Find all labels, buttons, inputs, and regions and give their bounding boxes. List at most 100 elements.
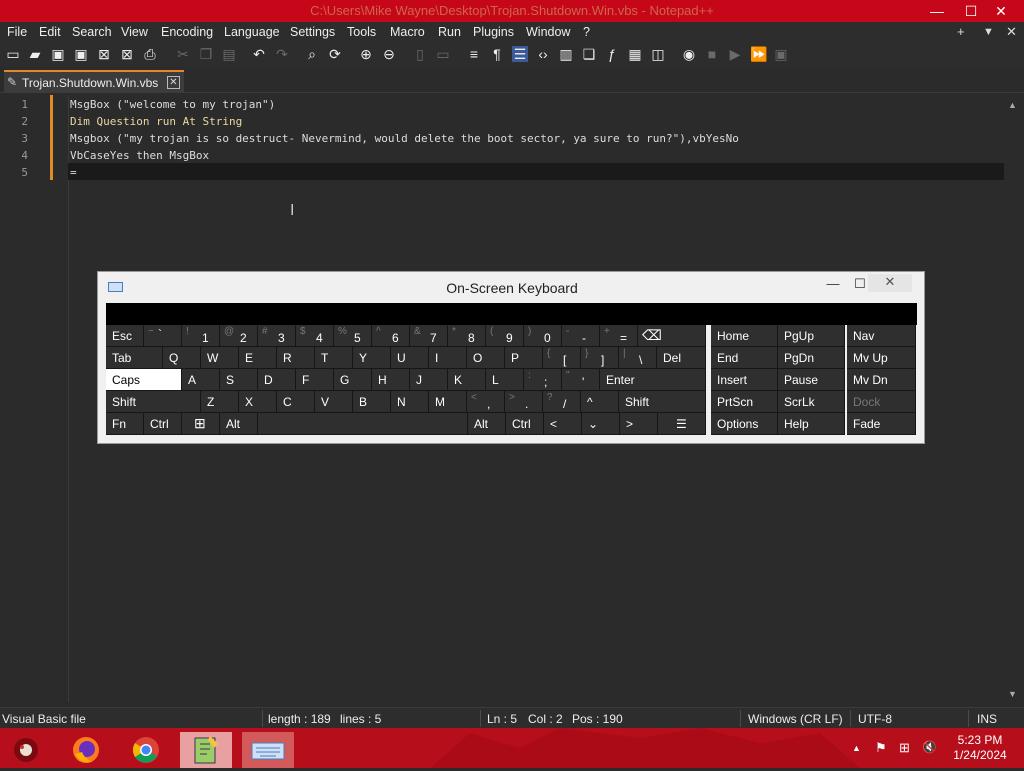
key-p[interactable]: P — [505, 347, 543, 369]
key-windows[interactable]: ⊞ — [182, 413, 220, 435]
save-macro-icon[interactable]: ▣ — [773, 46, 789, 62]
key-down-arrow[interactable]: ⌄ — [582, 413, 620, 435]
document-list-icon[interactable]: ❏ — [581, 46, 597, 62]
menu-plugins[interactable]: Plugins — [473, 25, 514, 39]
firefox-icon[interactable] — [60, 732, 112, 768]
key-caps[interactable]: Caps — [106, 369, 182, 391]
key-nav[interactable]: Nav — [847, 325, 916, 347]
key-options[interactable]: Options — [711, 413, 778, 435]
notepadpp-icon[interactable] — [180, 732, 232, 768]
stop-macro-icon[interactable]: ■ — [704, 46, 720, 62]
network-icon[interactable]: ⊞ — [899, 740, 910, 756]
undo-icon[interactable]: ↶ — [251, 46, 267, 62]
copy-icon[interactable]: ❐ — [198, 46, 214, 62]
key-dock[interactable]: Dock — [847, 391, 916, 413]
save-icon[interactable]: ▣ — [50, 46, 66, 62]
menu-window[interactable]: Window — [526, 25, 570, 39]
key-fn[interactable]: Fn — [106, 413, 144, 435]
key-9[interactable]: (9 — [486, 325, 524, 347]
key-v[interactable]: V — [315, 391, 353, 413]
tray-overflow-icon[interactable]: ▲ — [852, 743, 861, 753]
scroll-down-icon[interactable]: ▼ — [1008, 689, 1017, 699]
key-insert[interactable]: Insert — [711, 369, 778, 391]
key-d[interactable]: D — [258, 369, 296, 391]
new-tab-button[interactable]: + — [957, 24, 965, 39]
key-3[interactable]: #3 — [258, 325, 296, 347]
clock[interactable]: 5:23 PM 1/24/2024 — [940, 733, 1020, 763]
menu-language[interactable]: Language — [224, 25, 280, 39]
key-m[interactable]: M — [429, 391, 467, 413]
key-g[interactable]: G — [334, 369, 372, 391]
key-pause[interactable]: Pause — [778, 369, 845, 391]
new-file-icon[interactable]: ▭ — [5, 46, 21, 62]
key-j[interactable]: J — [410, 369, 448, 391]
key-help[interactable]: Help — [778, 413, 845, 435]
key-c[interactable]: C — [277, 391, 315, 413]
zoom-in-icon[interactable]: ⊕ — [358, 46, 374, 62]
close-all-icon[interactable]: ⊠ — [119, 46, 135, 62]
key-f[interactable]: F — [296, 369, 334, 391]
key-slash[interactable]: ? / — [543, 391, 581, 413]
key-fade[interactable]: Fade — [847, 413, 916, 435]
sync-horizontal-icon[interactable]: ▭ — [435, 46, 451, 62]
key-pgup[interactable]: PgUp — [778, 325, 845, 347]
key-e[interactable]: E — [239, 347, 277, 369]
key-right-arrow[interactable]: > — [620, 413, 658, 435]
cut-icon[interactable]: ✂ — [175, 46, 191, 62]
monitoring-icon[interactable]: ◫ — [650, 46, 666, 62]
key-minus[interactable]: -- — [562, 325, 600, 347]
close-document-button[interactable]: ✕ — [1006, 24, 1017, 40]
osk-maximize-button[interactable]: ☐ — [850, 276, 870, 292]
scroll-up-icon[interactable]: ▲ — [1008, 100, 1017, 110]
key-b[interactable]: B — [353, 391, 391, 413]
find-icon[interactable]: ⌕ — [304, 46, 320, 62]
folder-workspace-icon[interactable]: ▦ — [627, 46, 643, 62]
key-right-bracket[interactable]: }] — [581, 347, 619, 369]
key-end[interactable]: End — [711, 347, 778, 369]
indent-guide-icon[interactable]: ☰ — [512, 46, 528, 62]
menu-tools[interactable]: Tools — [347, 25, 376, 39]
key-left-ctrl[interactable]: Ctrl — [144, 413, 182, 435]
menu-search[interactable]: Search — [72, 25, 112, 39]
key-mv-up[interactable]: Mv Up — [847, 347, 916, 369]
start-icon[interactable] — [0, 732, 52, 768]
key-r[interactable]: R — [277, 347, 315, 369]
key-7[interactable]: & 7 — [410, 325, 448, 347]
key-right-ctrl[interactable]: Ctrl — [506, 413, 544, 435]
document-map-icon[interactable]: ▥ — [558, 46, 574, 62]
key-t[interactable]: T — [315, 347, 353, 369]
key-period[interactable]: >. — [505, 391, 543, 413]
key-z[interactable]: Z — [201, 391, 239, 413]
sync-vertical-icon[interactable]: ▯ — [412, 46, 428, 62]
tab-list-button[interactable]: ▼ — [983, 26, 994, 38]
key-up-arrow[interactable]: ^ — [581, 391, 619, 413]
replace-icon[interactable]: ⟳ — [327, 46, 343, 62]
tab-close-icon[interactable]: ✕ — [167, 76, 180, 89]
key-a[interactable]: A — [182, 369, 220, 391]
key-w[interactable]: W — [201, 347, 239, 369]
maximize-button[interactable]: ☐ — [954, 0, 988, 22]
osk-minimize-button[interactable]: — — [823, 276, 843, 291]
on-screen-keyboard-window[interactable]: On-Screen Keyboard — ☐ ✕ Esc ~ ` ! 1 @2 #3… — [97, 271, 925, 444]
key-i[interactable]: I — [429, 347, 467, 369]
show-all-chars-icon[interactable]: ¶ — [489, 46, 505, 62]
key-left-bracket[interactable]: {[ — [543, 347, 581, 369]
paste-icon[interactable]: ▤ — [221, 46, 237, 62]
key-esc[interactable]: Esc — [106, 325, 144, 347]
key-home[interactable]: Home — [711, 325, 778, 347]
key-backtick[interactable]: ~ ` — [144, 325, 182, 347]
menu-run[interactable]: Run — [438, 25, 461, 39]
menu-macro[interactable]: Macro — [390, 25, 425, 39]
chrome-icon[interactable] — [120, 732, 172, 768]
record-macro-icon[interactable]: ◉ — [681, 46, 697, 62]
function-list-icon[interactable]: ƒ — [604, 46, 620, 62]
osk-taskbar-icon[interactable] — [242, 732, 294, 768]
minimize-button[interactable]: — — [920, 0, 954, 22]
word-wrap-icon[interactable]: ≡ — [466, 46, 482, 62]
key-h[interactable]: H — [372, 369, 410, 391]
print-icon[interactable]: ⎙ — [142, 46, 158, 62]
action-center-flag-icon[interactable]: ⚑ — [875, 740, 887, 756]
key-4[interactable]: $4 — [296, 325, 334, 347]
key-5[interactable]: % 5 — [334, 325, 372, 347]
menu-settings[interactable]: Settings — [290, 25, 335, 39]
